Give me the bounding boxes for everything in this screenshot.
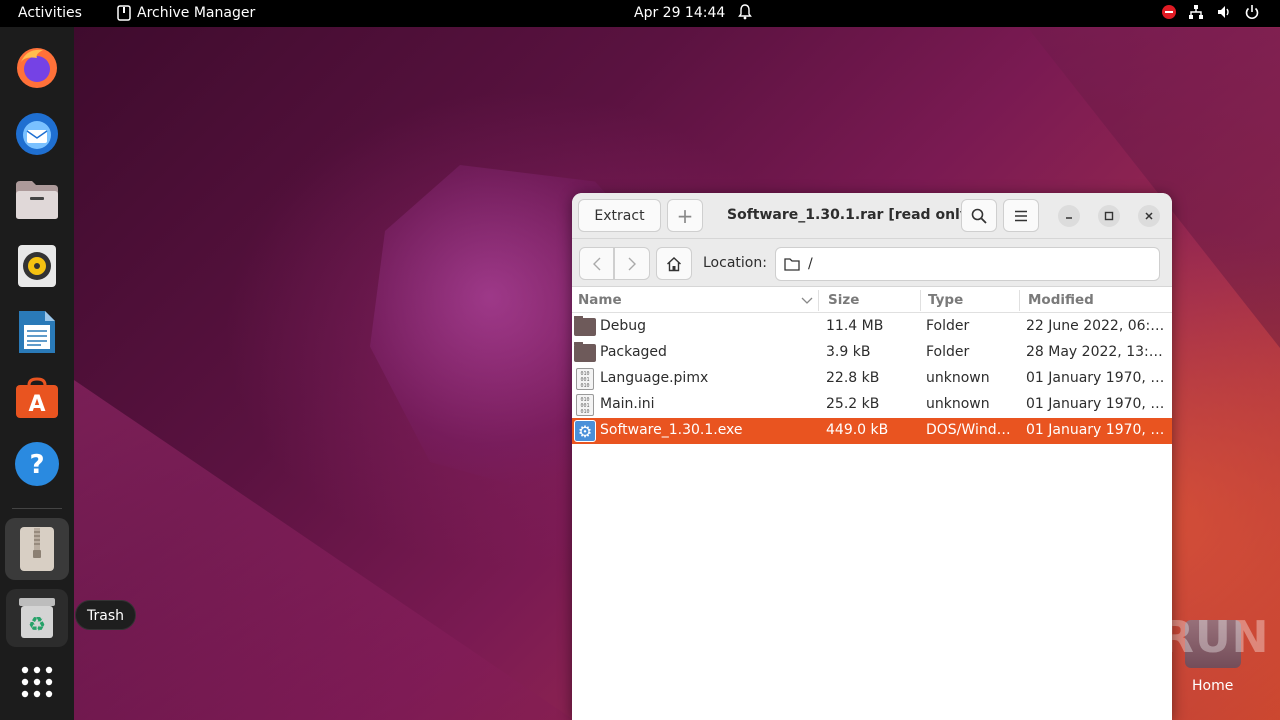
location-label: Location: — [703, 255, 767, 271]
close-button[interactable] — [1138, 205, 1160, 227]
file-size: 449.0 kB — [826, 422, 889, 438]
column-divider[interactable] — [920, 290, 921, 311]
system-tray[interactable] — [1162, 4, 1260, 20]
folder-icon — [574, 342, 596, 364]
search-icon — [971, 208, 987, 224]
thunderbird-icon[interactable] — [12, 109, 62, 159]
file-row[interactable]: Packaged 3.9 kB Folder 28 May 2022, 13:2… — [572, 340, 1172, 366]
column-header-modified[interactable]: Modified — [1028, 292, 1094, 308]
file-modified: 22 June 2022, 06:30 — [1026, 318, 1166, 334]
chevron-right-icon — [628, 257, 636, 270]
file-name: Main.ini — [600, 396, 655, 412]
column-divider[interactable] — [818, 290, 819, 311]
dock-tooltip: Trash — [75, 600, 136, 630]
file-type: unknown — [926, 396, 990, 412]
maximize-icon — [1104, 211, 1114, 221]
file-row[interactable]: 010 001 010 Main.ini 25.2 kB unknown 01 Ja… — [572, 392, 1172, 418]
folder-icon — [574, 316, 596, 338]
file-size: 25.2 kB — [826, 396, 880, 412]
file-row-selected[interactable]: ⚙ Software_1.30.1.exe 449.0 kB DOS/Wind…… — [572, 418, 1172, 444]
file-modified: 01 January 1970, 0… — [1026, 422, 1166, 438]
help-icon[interactable]: ? — [12, 439, 62, 489]
rhythmbox-icon[interactable] — [12, 241, 62, 291]
column-header-size[interactable]: Size — [828, 292, 859, 308]
file-size: 22.8 kB — [826, 370, 880, 386]
firefox-icon[interactable] — [12, 43, 62, 93]
extract-button[interactable]: Extract — [578, 199, 661, 232]
file-name: Packaged — [600, 344, 667, 360]
top-bar: Activities Archive Manager Apr 29 14:44 — [0, 0, 1280, 27]
minimize-button[interactable] — [1058, 205, 1080, 227]
hamburger-menu-icon — [1015, 210, 1027, 221]
file-type: Folder — [926, 344, 970, 360]
file-modified: 01 January 1970, 0… — [1026, 370, 1166, 386]
close-icon — [1145, 212, 1153, 220]
column-header-name[interactable]: Name — [578, 292, 622, 308]
files-icon[interactable] — [12, 175, 62, 225]
file-name: Software_1.30.1.exe — [600, 422, 743, 438]
app-menu[interactable]: Archive Manager — [117, 5, 255, 21]
home-icon — [667, 256, 681, 271]
file-name: Debug — [600, 318, 647, 334]
window-title: Software_1.30.1.rar [read only] — [727, 207, 976, 223]
file-type: Folder — [926, 318, 970, 334]
file-size: 11.4 MB — [826, 318, 884, 334]
app-center-icon[interactable]: A — [12, 373, 62, 423]
location-field[interactable]: / — [775, 247, 1160, 281]
menu-button[interactable] — [1003, 199, 1039, 232]
power-icon[interactable] — [1244, 4, 1260, 20]
column-header-type[interactable]: Type — [928, 292, 963, 308]
file-row[interactable]: 010 001 010 Language.pimx 22.8 kB unknown … — [572, 366, 1172, 392]
file-modified: 01 January 1970, 0… — [1026, 396, 1166, 412]
dock-separator — [12, 508, 62, 509]
clock[interactable]: Apr 29 14:44 — [634, 5, 725, 21]
app-menu-label: Archive Manager — [137, 5, 256, 21]
svg-text:A: A — [28, 392, 45, 417]
dock: A ? ♻ — [0, 27, 74, 720]
minimize-icon — [1066, 217, 1072, 219]
archive-manager-icon[interactable] — [5, 518, 69, 580]
svg-text:?: ? — [29, 450, 44, 480]
do-not-disturb-icon[interactable] — [1162, 5, 1176, 19]
archive-manager-window: Extract + Software_1.30.1.rar [read only… — [572, 193, 1172, 720]
activities-button[interactable]: Activities — [18, 5, 82, 21]
file-row[interactable]: Debug 11.4 MB Folder 22 June 2022, 06:30 — [572, 314, 1172, 340]
file-name: Language.pimx — [600, 370, 709, 386]
notification-bell-icon[interactable] — [738, 4, 752, 24]
location-path: / — [808, 256, 813, 272]
executable-gear-icon: ⚙ — [574, 420, 596, 442]
file-size: 3.9 kB — [826, 344, 871, 360]
search-button[interactable] — [961, 199, 997, 232]
back-button[interactable] — [579, 247, 614, 280]
column-divider[interactable] — [1019, 290, 1020, 311]
svg-text:♻: ♻ — [28, 612, 46, 636]
network-icon[interactable] — [1188, 4, 1204, 20]
sort-descending-icon[interactable] — [801, 297, 813, 305]
file-type: unknown — [926, 370, 990, 386]
binary-file-icon: 010 001 010 — [574, 394, 596, 416]
file-list-header: Name Size Type Modified — [572, 288, 1172, 313]
file-modified: 28 May 2022, 13:24 — [1026, 344, 1166, 360]
home-button[interactable] — [656, 247, 692, 280]
file-list: Debug 11.4 MB Folder 22 June 2022, 06:30… — [572, 314, 1172, 444]
archive-manager-small-icon — [117, 5, 131, 21]
header-bar: Extract + Software_1.30.1.rar [read only… — [572, 193, 1172, 239]
maximize-button[interactable] — [1098, 205, 1120, 227]
chevron-left-icon — [592, 257, 600, 270]
add-files-button[interactable]: + — [667, 199, 703, 232]
file-type: DOS/Wind… — [926, 422, 1011, 438]
show-apps-icon[interactable] — [12, 657, 62, 707]
folder-icon — [784, 258, 800, 271]
home-folder-label[interactable]: Home — [1192, 678, 1233, 694]
binary-file-icon: 010 001 010 — [574, 368, 596, 390]
trash-icon[interactable]: ♻ — [6, 589, 68, 647]
location-bar: Location: / — [572, 239, 1172, 287]
libreoffice-writer-icon[interactable] — [12, 307, 62, 357]
volume-icon[interactable] — [1216, 4, 1232, 20]
forward-button[interactable] — [614, 247, 650, 280]
